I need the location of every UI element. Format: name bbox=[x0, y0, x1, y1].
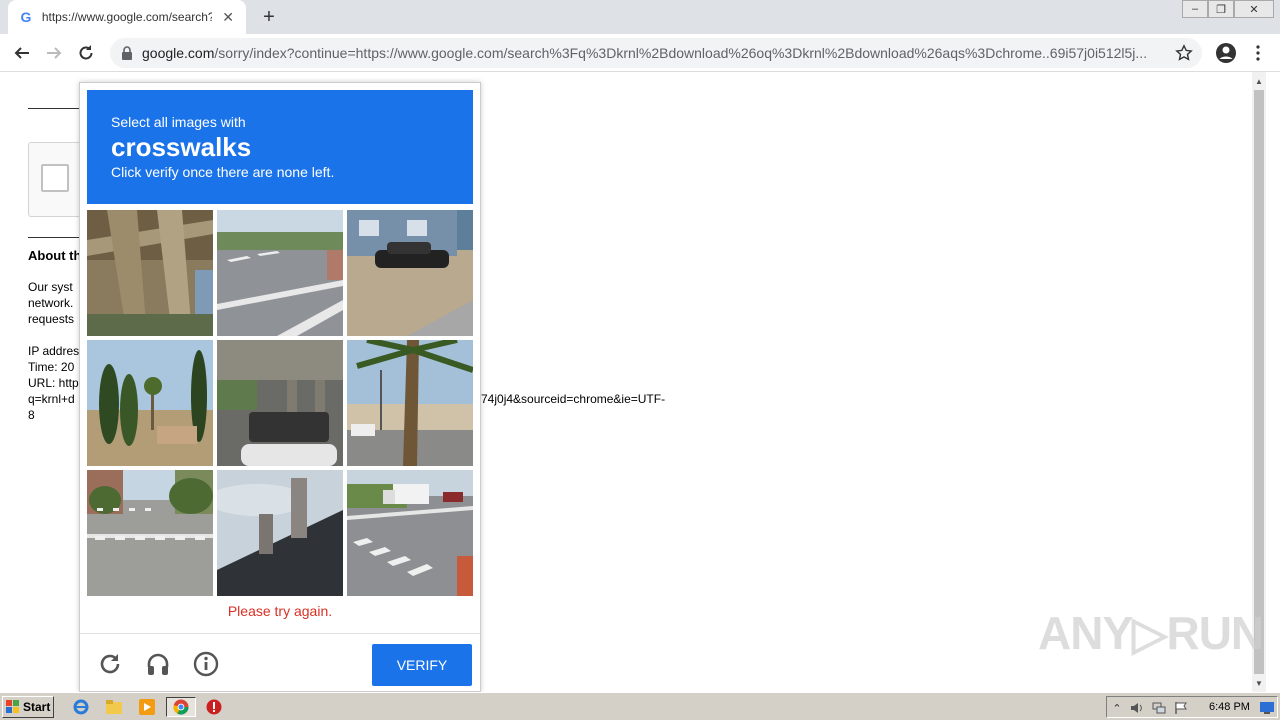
browser-toolbar: google.com/sorry/index?continue=https://… bbox=[0, 34, 1280, 72]
image-tile-roof-chimney[interactable] bbox=[217, 470, 343, 596]
info-line: q=krnl+d bbox=[28, 392, 75, 406]
url-path: /sorry/index?continue=https://www.google… bbox=[214, 45, 1148, 61]
paragraph-line: Our syst bbox=[28, 280, 73, 294]
scroll-down-icon[interactable]: ▼ bbox=[1252, 676, 1266, 690]
reload-challenge-icon[interactable] bbox=[96, 650, 124, 678]
google-favicon-icon: G bbox=[20, 9, 32, 25]
internet-explorer-icon[interactable] bbox=[70, 697, 92, 717]
back-button[interactable] bbox=[10, 41, 34, 65]
action-center-flag-icon[interactable] bbox=[1173, 700, 1189, 716]
tab-strip: G https://www.google.com/search?q= ✕ + –… bbox=[0, 0, 1280, 34]
about-heading: About th bbox=[28, 248, 82, 263]
url-tail-text: 74j0j4&sourceid=chrome&ie=UTF- bbox=[481, 392, 666, 406]
chrome-icon bbox=[173, 699, 189, 715]
scrollbar-thumb[interactable] bbox=[1254, 90, 1264, 674]
forward-button[interactable] bbox=[42, 41, 66, 65]
audio-challenge-icon[interactable] bbox=[144, 650, 172, 678]
verify-button[interactable]: VERIFY bbox=[372, 644, 472, 686]
arrow-right-icon bbox=[47, 47, 62, 59]
anyrun-watermark: ANY▷RUN bbox=[1038, 607, 1264, 659]
image-tile-palm-tree[interactable] bbox=[347, 340, 473, 466]
windows-flag-icon bbox=[6, 700, 19, 713]
show-desktop-icon[interactable] bbox=[1259, 700, 1275, 716]
arrow-left-icon bbox=[14, 47, 29, 59]
close-window-button[interactable]: ✕ bbox=[1234, 0, 1274, 18]
tray-expand-icon[interactable]: ⌃ bbox=[1109, 700, 1125, 716]
tab-close-icon[interactable]: ✕ bbox=[220, 9, 236, 25]
error-message: Please try again. bbox=[227, 603, 333, 619]
recaptcha-checkbox[interactable] bbox=[41, 164, 69, 192]
image-tile-truck-crosswalk[interactable] bbox=[347, 470, 473, 596]
volume-icon[interactable] bbox=[1129, 700, 1145, 716]
taskbar-clock: 6:48 PM bbox=[1209, 701, 1250, 713]
image-tile-trucks-overpass[interactable] bbox=[217, 340, 343, 466]
tab-title: https://www.google.com/search?q= bbox=[41, 10, 213, 24]
windows-taskbar: Start ⌃ 6:48 PM bbox=[0, 692, 1280, 720]
bookmark-star-icon[interactable] bbox=[1174, 43, 1194, 63]
profile-avatar-icon[interactable] bbox=[1214, 41, 1238, 65]
image-tile-cypress-trees[interactable] bbox=[87, 340, 213, 466]
challenge-keyword: crosswalks bbox=[111, 132, 252, 162]
page-scrollbar[interactable]: ▲ ▼ bbox=[1252, 72, 1266, 692]
image-tile-city-crosswalk[interactable] bbox=[87, 470, 213, 596]
info-icon[interactable] bbox=[192, 650, 220, 678]
start-label: Start bbox=[23, 700, 51, 714]
kebab-menu-icon[interactable] bbox=[1250, 41, 1266, 65]
opera-stop-icon[interactable] bbox=[203, 697, 225, 717]
reload-button[interactable] bbox=[74, 41, 98, 65]
paragraph-line: requests bbox=[28, 312, 75, 326]
reload-icon bbox=[79, 45, 93, 60]
challenge-footer: VERIFY bbox=[80, 633, 480, 691]
new-tab-button[interactable]: + bbox=[258, 6, 280, 28]
network-icon[interactable] bbox=[1151, 700, 1167, 716]
system-tray: ⌃ 6:48 PM bbox=[1106, 696, 1278, 718]
chrome-taskbar-button[interactable] bbox=[166, 697, 196, 717]
info-line: URL: http bbox=[28, 376, 79, 390]
challenge-subtext: Click verify once there are none left. bbox=[111, 164, 335, 180]
info-line: 8 bbox=[28, 408, 35, 422]
paragraph-line: network. bbox=[28, 296, 74, 310]
scroll-up-icon[interactable]: ▲ bbox=[1252, 74, 1266, 88]
image-tile-parked-car[interactable] bbox=[347, 210, 473, 336]
recaptcha-challenge-dialog: Select all images with crosswalks Click … bbox=[79, 82, 481, 692]
info-line: IP addres bbox=[28, 344, 80, 358]
challenge-instruction: Select all images with bbox=[111, 114, 246, 130]
address-bar[interactable]: google.com/sorry/index?continue=https://… bbox=[110, 38, 1202, 68]
image-tile-street-crosswalk[interactable] bbox=[217, 210, 343, 336]
info-line: Time: 20 bbox=[28, 360, 75, 374]
file-explorer-icon[interactable] bbox=[103, 697, 125, 717]
lock-icon bbox=[120, 46, 134, 60]
url-text: google.com/sorry/index?continue=https://… bbox=[142, 45, 1168, 61]
start-button[interactable]: Start bbox=[2, 696, 54, 718]
url-host: google.com bbox=[142, 45, 215, 61]
browser-tab[interactable]: G https://www.google.com/search?q= ✕ bbox=[8, 0, 246, 34]
challenge-banner: Select all images with crosswalks Click … bbox=[87, 90, 473, 204]
maximize-button[interactable]: ❐ bbox=[1208, 0, 1234, 18]
media-player-icon[interactable] bbox=[136, 697, 158, 717]
minimize-button[interactable]: – bbox=[1182, 0, 1208, 18]
image-grid bbox=[87, 210, 474, 597]
image-tile-underpass[interactable] bbox=[87, 210, 213, 336]
